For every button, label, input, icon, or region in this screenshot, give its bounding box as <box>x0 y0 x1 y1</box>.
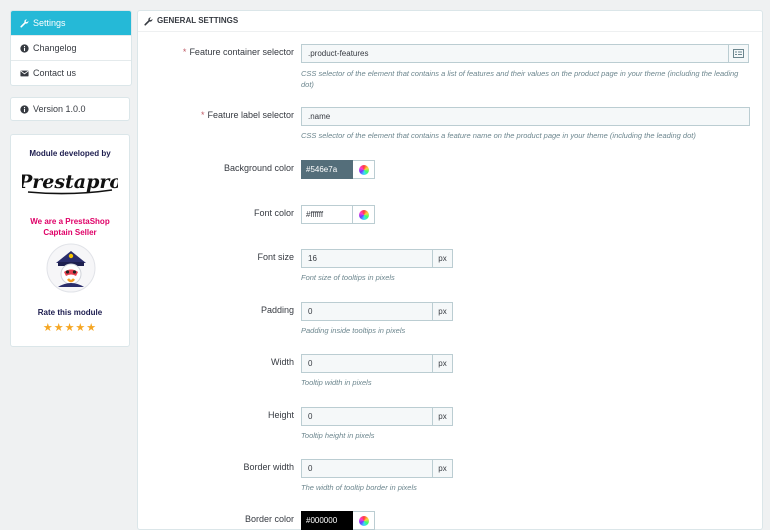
rate-module-link[interactable]: Rate this module <box>11 308 129 317</box>
color-wheel-icon <box>358 164 369 175</box>
unit-suffix: px <box>433 354 453 373</box>
logo-text: Prestapro <box>22 171 118 193</box>
help-text: CSS selector of the element that contain… <box>301 69 739 89</box>
sidebar-item-label: Contact us <box>33 68 77 78</box>
color-picker-button[interactable] <box>353 205 375 224</box>
field-label: Feature label selector <box>207 110 294 120</box>
panel-header: GENERAL SETTINGS <box>138 11 762 32</box>
field-label: Font size <box>257 252 294 262</box>
field-label: Width <box>270 357 294 367</box>
unit-suffix: px <box>433 249 453 268</box>
sidebar-item-changelog[interactable]: Changelog <box>11 35 131 60</box>
color-picker-button[interactable] <box>353 160 375 179</box>
developed-by-text: Module developed by <box>29 149 111 158</box>
help-text: Tooltip width in pixels <box>301 378 372 387</box>
general-settings-panel: GENERAL SETTINGS * Feature container sele… <box>137 10 763 530</box>
unit-suffix: px <box>433 407 453 426</box>
field-label: Padding <box>260 305 294 315</box>
help-text: CSS selector of the element that contain… <box>301 131 696 140</box>
help-text: Padding inside tooltips in pixels <box>301 326 406 335</box>
info-icon <box>20 104 29 114</box>
wrench-icon <box>20 18 29 28</box>
font-color-input[interactable]: #ffffff <box>301 205 353 224</box>
prestapro-logo[interactable]: Prestapro <box>11 167 129 197</box>
sidebar-item-contact[interactable]: Contact us <box>11 60 131 85</box>
sidebar-item-settings[interactable]: Settings <box>11 11 131 35</box>
padding-input[interactable]: 0 <box>301 302 433 321</box>
captain-seller-text: We are a PrestaShop Captain Seller <box>30 217 110 237</box>
background-color-input[interactable]: #546e7a <box>301 160 353 179</box>
width-input[interactable]: 0 <box>301 354 433 373</box>
help-text: Font size of tooltips in pixels <box>301 273 395 282</box>
color-wheel-icon <box>358 209 369 220</box>
info-icon <box>20 43 29 53</box>
height-input[interactable]: 0 <box>301 407 433 426</box>
field-label: Background color <box>223 163 294 173</box>
captain-mascot-image <box>46 243 96 293</box>
container-selector-input[interactable]: .product-features <box>301 44 729 63</box>
sidebar-item-label: Changelog <box>33 43 77 53</box>
unit-suffix: px <box>433 459 453 478</box>
sidebar-item-label: Settings <box>33 18 66 28</box>
developer-promo: Module developed by Prestapro We are a P… <box>10 134 130 347</box>
help-text: Tooltip height in pixels <box>301 431 375 440</box>
sidebar-nav: Settings Changelog Contact us <box>10 10 132 86</box>
envelope-icon <box>20 69 29 78</box>
panel-title: GENERAL SETTINGS <box>157 16 239 25</box>
label-selector-input[interactable]: .name <box>301 107 750 126</box>
required-marker: * <box>200 110 205 120</box>
field-label: Border color <box>244 514 294 524</box>
font-size-input[interactable]: 16 <box>301 249 433 268</box>
version-box: Version 1.0.0 <box>10 97 130 121</box>
field-label: Feature container selector <box>189 47 294 57</box>
version-label: Version 1.0.0 <box>33 104 86 114</box>
required-marker: * <box>182 47 187 57</box>
list-icon <box>729 44 749 63</box>
unit-suffix: px <box>433 302 453 321</box>
help-text: The width of tooltip border in pixels <box>301 483 417 492</box>
field-label: Border width <box>243 462 294 472</box>
field-label: Height <box>267 410 294 420</box>
wrench-icon <box>144 16 153 26</box>
rating-stars[interactable]: ★★★★★ <box>11 321 129 334</box>
border-width-input[interactable]: 0 <box>301 459 433 478</box>
field-label: Font color <box>253 208 294 218</box>
